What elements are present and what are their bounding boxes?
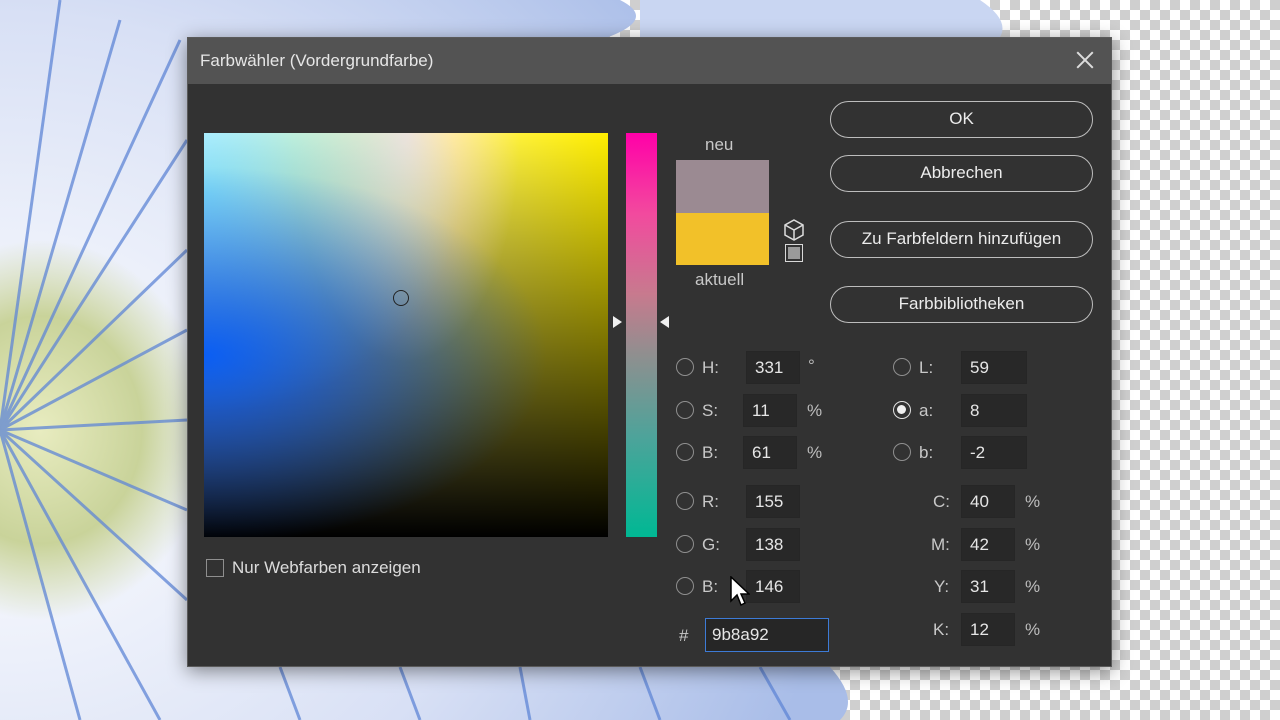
h-unit: ° [808,356,815,375]
h-input[interactable]: 331 [746,351,800,384]
radio-lab-b[interactable] [893,443,911,461]
gamut-warning-cube-icon[interactable] [784,219,804,241]
r-label: R: [702,492,719,511]
g-input[interactable]: 138 [746,528,800,561]
r-input[interactable]: 155 [746,485,800,518]
y-label: Y: [934,577,950,596]
color-field-gradient [204,133,608,537]
b-label: B: [702,443,719,462]
radio-g[interactable] [676,535,694,553]
blue-label: B: [702,577,719,596]
radio-s[interactable] [676,401,694,419]
current-color-swatch[interactable] [676,213,769,265]
color-slider[interactable] [626,133,657,537]
slider-arrow-right-icon[interactable] [660,316,669,328]
c-input[interactable]: 40 [961,485,1015,518]
a-label: a: [919,401,934,420]
m-input[interactable]: 42 [961,528,1015,561]
radio-b[interactable] [676,443,694,461]
add-to-swatches-button[interactable]: Zu Farbfeldern hinzufügen [830,221,1093,258]
dialog-title: Farbwähler (Vordergrundfarbe) [200,51,434,70]
h-label: H: [702,358,719,377]
k-label: K: [933,620,950,639]
slider-arrow-left-icon[interactable] [613,316,622,328]
radio-r[interactable] [676,492,694,510]
m-label: M: [931,535,950,554]
web-colors-checkbox[interactable] [206,559,224,577]
c-unit: % [1025,492,1041,511]
close-icon[interactable] [1073,48,1097,72]
radio-a[interactable] [893,401,911,419]
m-unit: % [1025,535,1041,554]
radio-blue[interactable] [676,577,694,595]
mouse-pointer-icon [730,576,750,607]
k-unit: % [1025,620,1041,639]
b-unit: % [807,443,823,462]
hex-input[interactable]: 9b8a92 [705,618,829,652]
l-input[interactable]: 59 [961,351,1027,384]
s-label: S: [702,401,719,420]
hex-label: # [679,626,689,645]
new-color-swatch[interactable] [676,160,769,213]
color-picker-dialog: Farbwähler (Vordergrundfarbe) neu aktuel… [187,37,1112,667]
radio-l[interactable] [893,358,911,376]
lab-b-label: b: [919,443,934,462]
web-colors-label: Nur Webfarben anzeigen [232,558,421,577]
radio-h[interactable] [676,358,694,376]
y-unit: % [1025,577,1041,596]
dialog-titlebar[interactable]: Farbwähler (Vordergrundfarbe) [188,38,1111,84]
color-field-marker[interactable] [393,290,409,306]
a-input[interactable]: 8 [961,394,1027,427]
c-label: C: [933,492,950,511]
lab-b-input[interactable]: -2 [961,436,1027,469]
color-libraries-button[interactable]: Farbbibliotheken [830,286,1093,323]
web-safe-color-icon[interactable] [785,244,803,262]
current-color-label: aktuell [695,270,745,289]
cancel-button[interactable]: Abbrechen [830,155,1093,192]
y-input[interactable]: 31 [961,570,1015,603]
ok-button[interactable]: OK [830,101,1093,138]
l-label: L: [919,358,934,377]
s-input[interactable]: 11 [743,394,797,427]
new-color-label: neu [705,135,734,154]
k-input[interactable]: 12 [961,613,1015,646]
s-unit: % [807,401,823,420]
blue-input[interactable]: 146 [746,570,800,603]
g-label: G: [702,535,720,554]
b-input[interactable]: 61 [743,436,797,469]
color-field[interactable] [204,133,608,537]
